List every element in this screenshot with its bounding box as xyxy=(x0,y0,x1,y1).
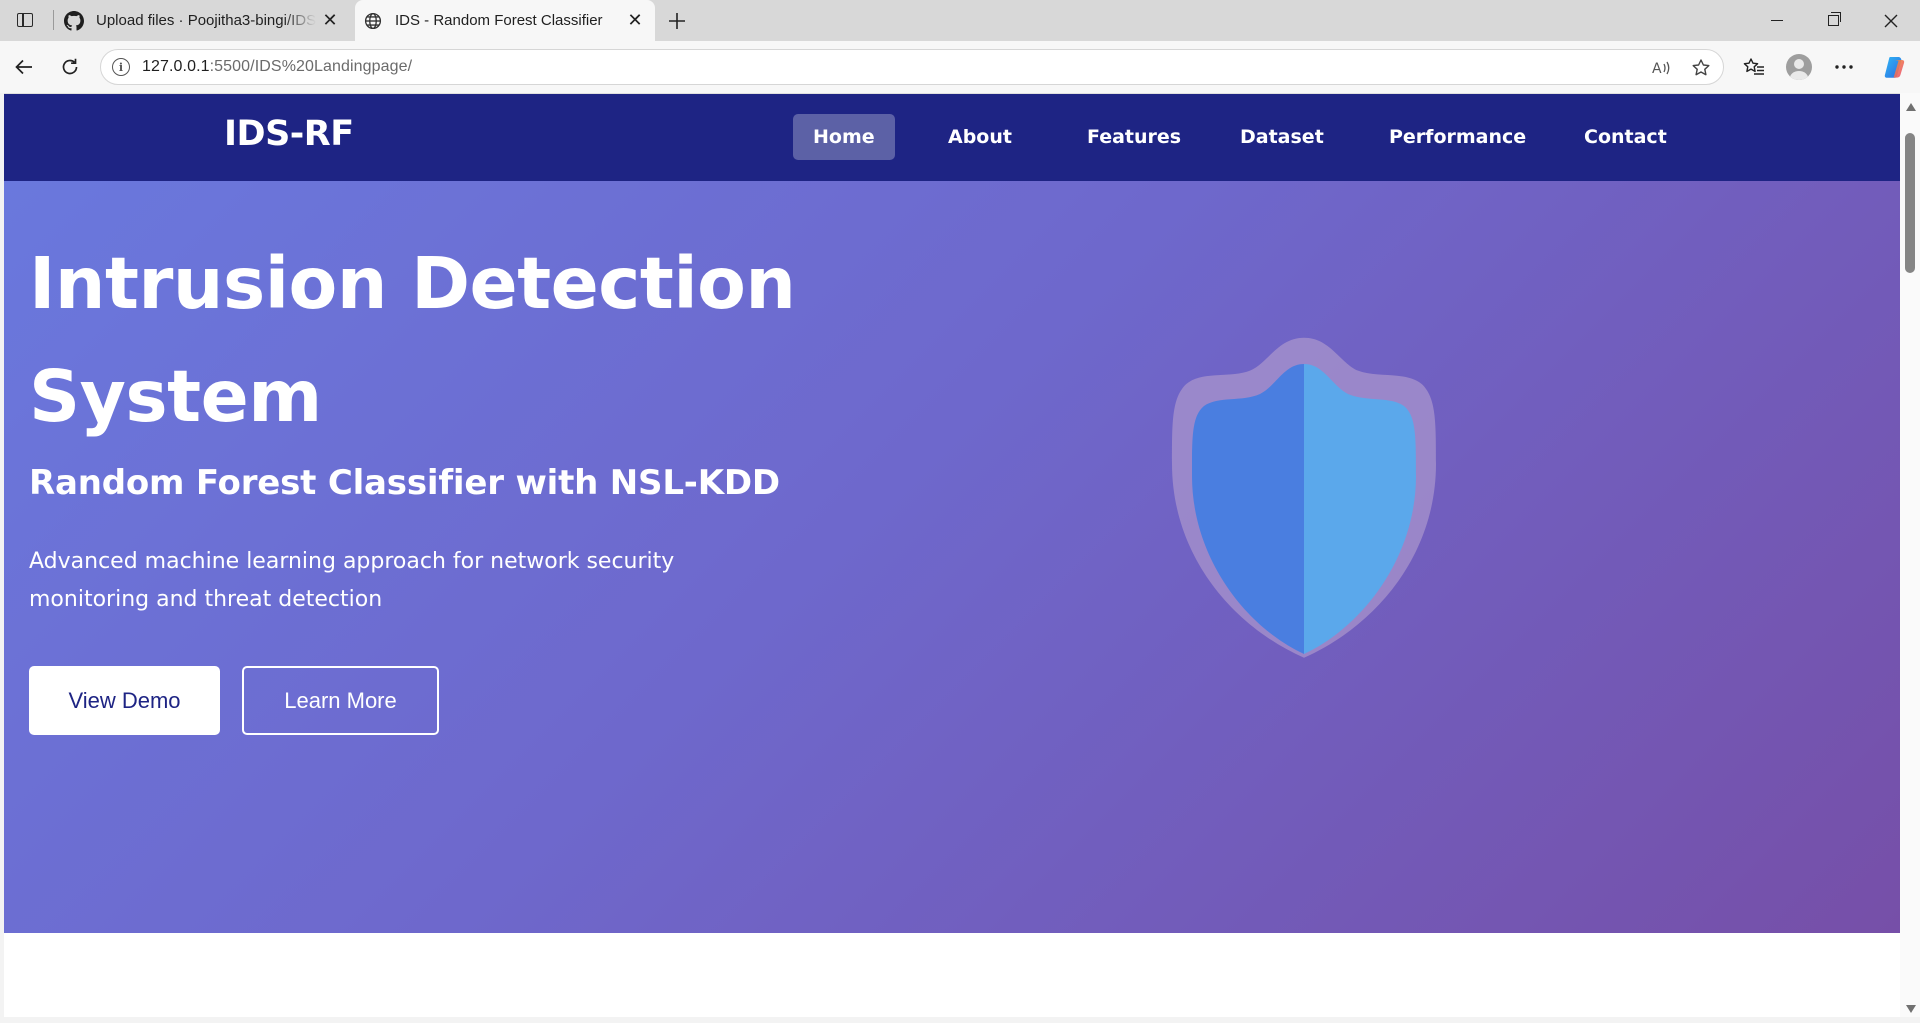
hero-title: Intrusion Detection System xyxy=(29,242,796,438)
scroll-thumb[interactable] xyxy=(1905,133,1915,273)
hero-description: Advanced machine learning approach for n… xyxy=(29,549,675,612)
tab-ids-classifier[interactable]: IDS - Random Forest Classifier ✕ xyxy=(355,0,655,41)
more-icon xyxy=(1835,65,1853,69)
tab-github-upload[interactable]: Upload files · Poojitha3-bingi/IDS ✕ xyxy=(60,0,350,41)
avatar-icon xyxy=(1786,54,1812,80)
nav-link-home[interactable]: Home xyxy=(793,114,895,160)
tab-close-icon[interactable]: ✕ xyxy=(621,7,649,35)
tab-title: IDS - Random Forest Classifier xyxy=(395,12,603,29)
scroll-up-icon[interactable] xyxy=(1906,103,1916,111)
sidebar-icon xyxy=(17,13,33,27)
minimize-icon xyxy=(1771,19,1783,22)
tab-close-icon[interactable]: ✕ xyxy=(316,7,344,35)
nav-link-dataset[interactable]: Dataset xyxy=(1220,114,1344,160)
site-navbar: IDS-RF Home About Features Dataset Perfo… xyxy=(4,94,1900,181)
refresh-icon xyxy=(62,58,78,75)
favorites-icon xyxy=(1743,58,1764,75)
nav-link-features[interactable]: Features xyxy=(1067,114,1201,160)
tab-bar: Upload files · Poojitha3-bingi/IDS ✕ IDS… xyxy=(0,0,1920,41)
content-below-hero xyxy=(4,933,1900,1017)
scroll-down-icon[interactable] xyxy=(1906,1005,1916,1013)
address-bar[interactable]: i 127.0.0.1:5500/IDS%20Landingpage/ A xyxy=(100,49,1724,85)
add-favorite-icon[interactable] xyxy=(1690,58,1712,78)
tab-separator xyxy=(53,10,54,30)
hero-section: Intrusion Detection System Random Forest … xyxy=(4,181,1900,933)
nav-link-performance[interactable]: Performance xyxy=(1369,114,1546,160)
minimize-button[interactable] xyxy=(1748,0,1806,41)
new-tab-button[interactable] xyxy=(662,6,692,36)
close-window-button[interactable] xyxy=(1862,0,1920,41)
nav-link-about[interactable]: About xyxy=(928,114,1032,160)
learn-more-button[interactable]: Learn More xyxy=(242,666,439,735)
settings-more-button[interactable] xyxy=(1826,51,1862,83)
back-button[interactable] xyxy=(8,51,40,83)
url-text: 127.0.0.1:5500/IDS%20Landingpage/ xyxy=(142,58,413,75)
hero-subtitle: Random Forest Classifier with NSL-KDD xyxy=(29,463,780,503)
view-demo-button[interactable]: View Demo xyxy=(29,666,220,735)
browser-toolbar: i 127.0.0.1:5500/IDS%20Landingpage/ A xyxy=(0,41,1920,93)
profile-button[interactable] xyxy=(1781,51,1817,83)
tab-actions-button[interactable] xyxy=(12,9,38,31)
page-scrollbar[interactable] xyxy=(1900,93,1920,1017)
refresh-button[interactable] xyxy=(54,51,86,83)
svg-text:A: A xyxy=(1652,61,1662,77)
copilot-icon xyxy=(1884,57,1905,78)
page-viewport: IDS-RF Home About Features Dataset Perfo… xyxy=(4,93,1900,1017)
restore-button[interactable] xyxy=(1804,0,1862,41)
shield-icon xyxy=(1154,336,1454,666)
copilot-button[interactable] xyxy=(1876,51,1912,83)
site-info-icon[interactable]: i xyxy=(112,58,130,76)
favorites-button[interactable] xyxy=(1736,51,1772,83)
globe-icon xyxy=(363,11,383,31)
restore-icon xyxy=(1827,12,1841,26)
github-icon xyxy=(64,10,84,31)
close-icon xyxy=(1884,14,1898,27)
arrow-left-icon xyxy=(15,59,32,75)
nav-link-contact[interactable]: Contact xyxy=(1564,114,1687,160)
nav-links: Home About Features Dataset Performance … xyxy=(4,114,1900,160)
read-aloud-icon[interactable]: A xyxy=(1651,58,1673,78)
plus-icon xyxy=(669,13,685,29)
tab-title: Upload files · Poojitha3-bingi/IDS xyxy=(96,12,316,29)
